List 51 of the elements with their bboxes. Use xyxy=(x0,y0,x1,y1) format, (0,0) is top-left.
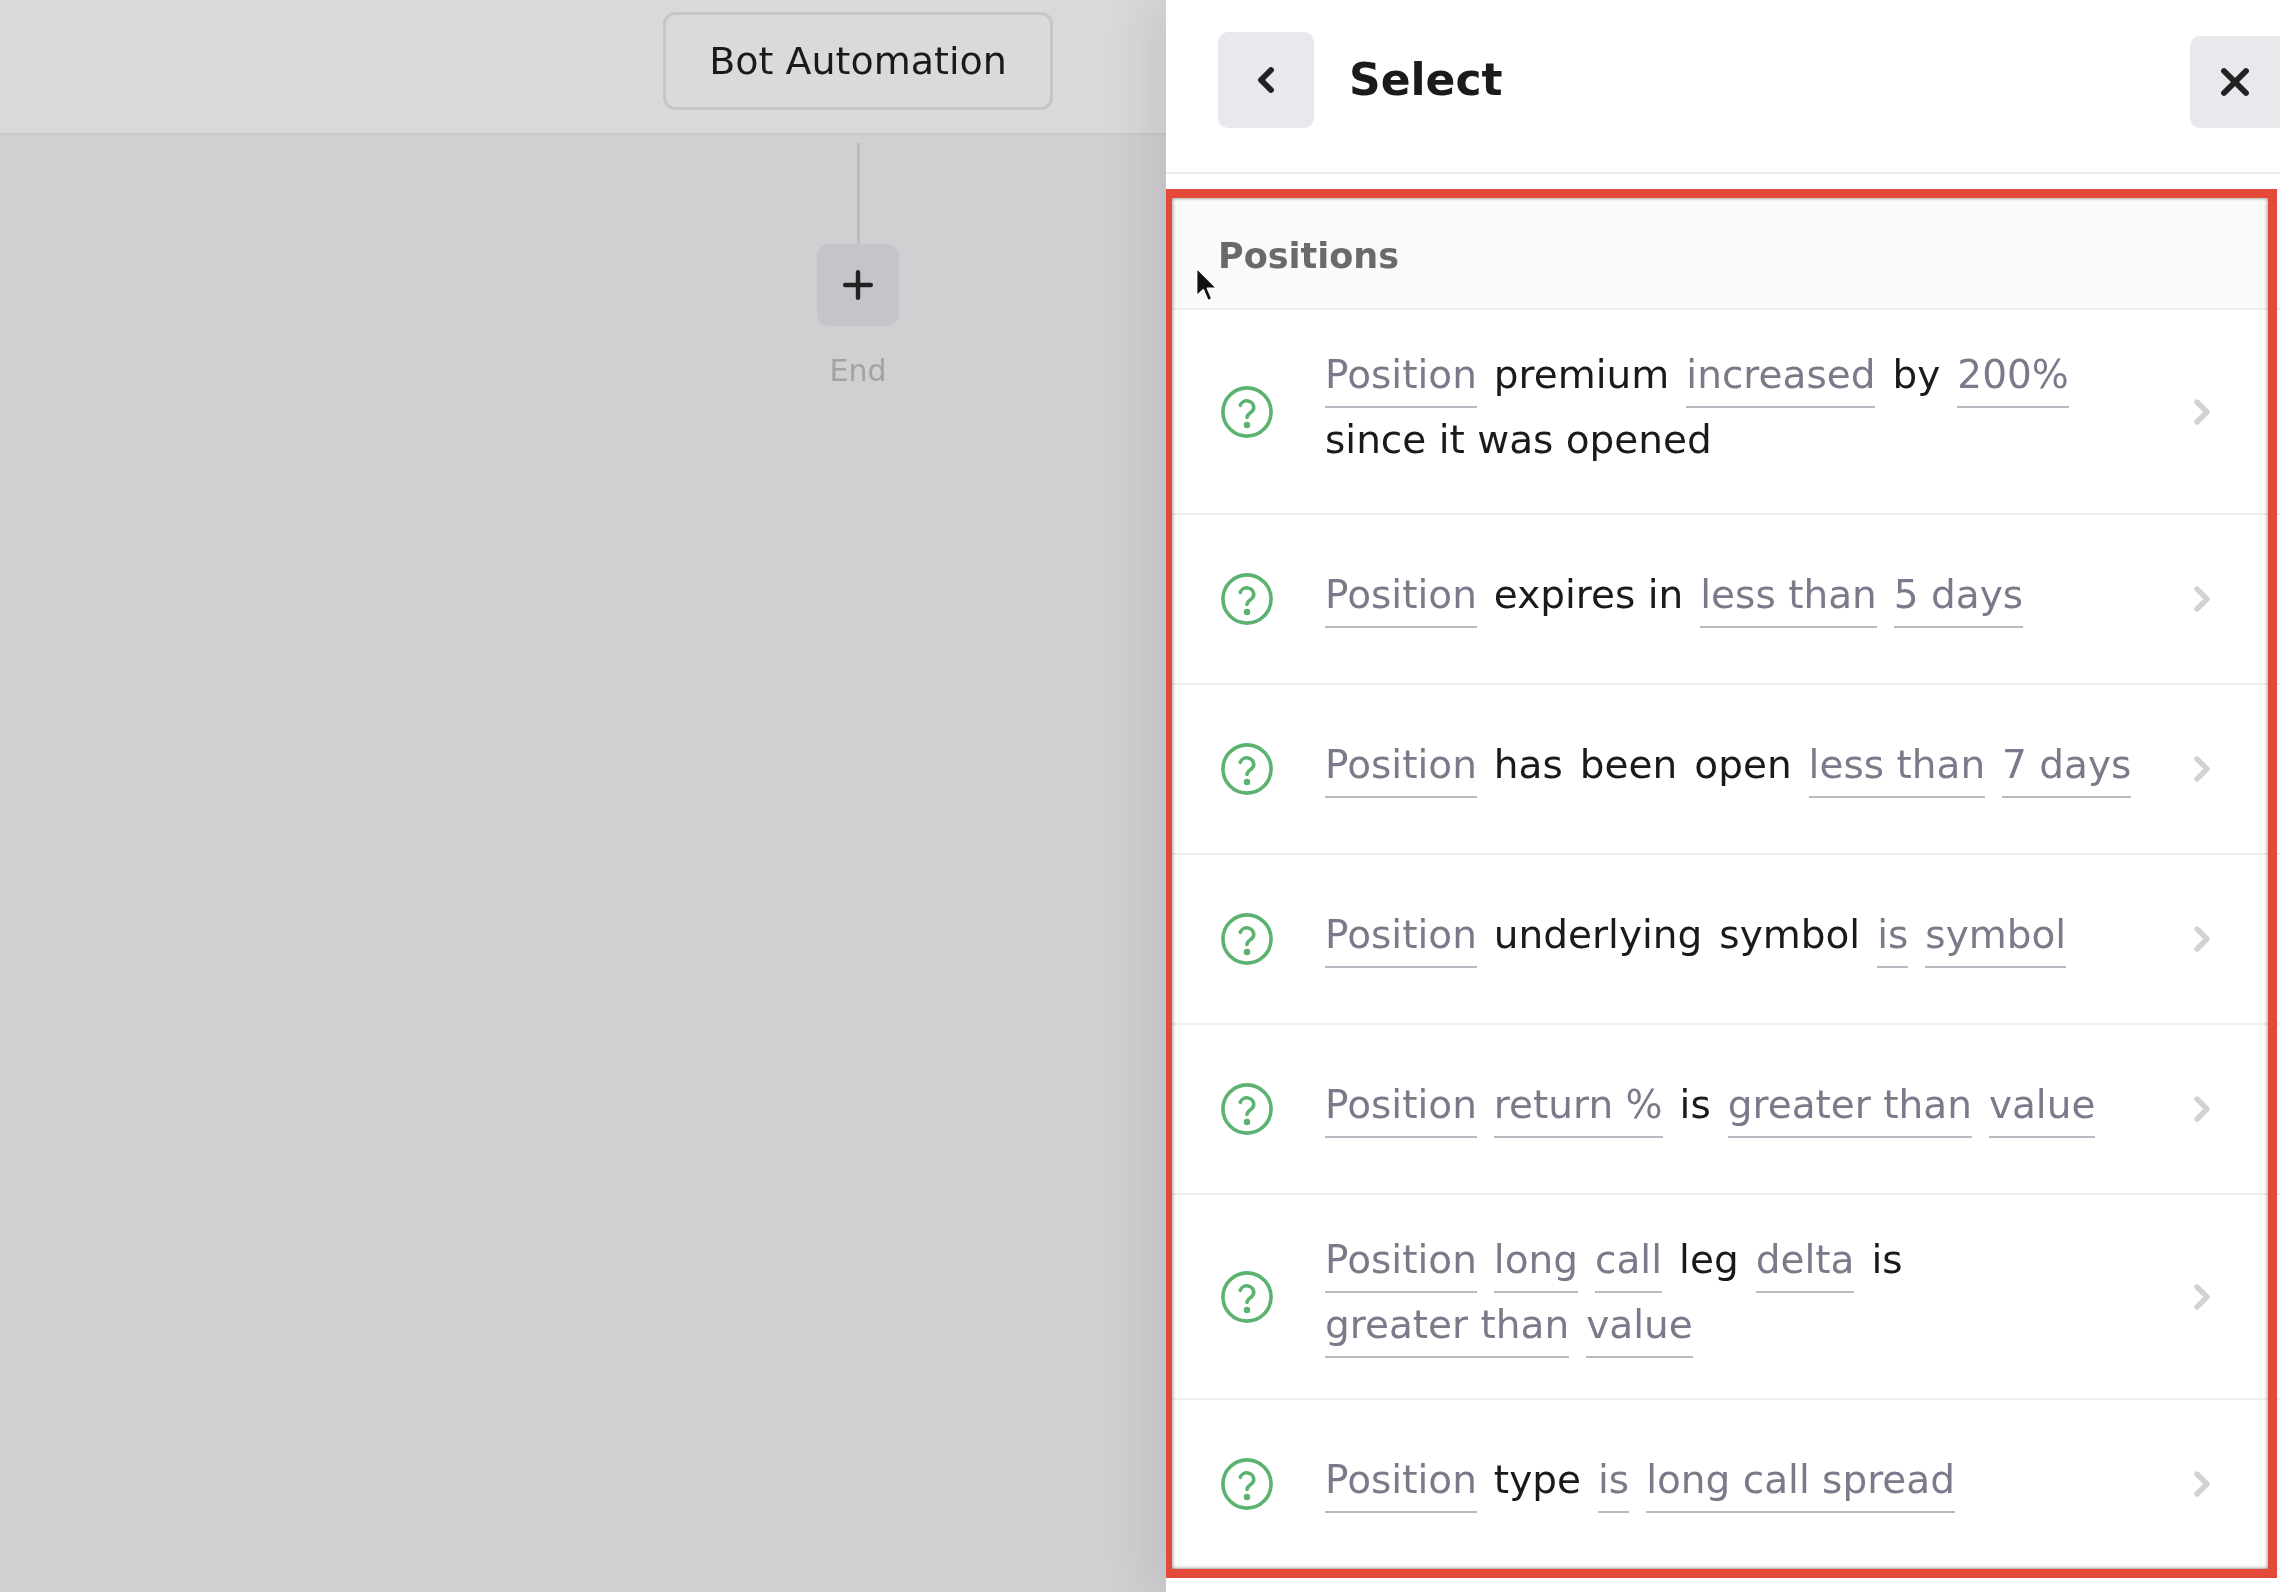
option-link[interactable]: 7 days xyxy=(2002,740,2132,798)
option-link[interactable]: call xyxy=(1595,1235,1663,1293)
section-title: Positions xyxy=(1218,236,1400,276)
condition-text: premium xyxy=(1493,351,1670,399)
option-link[interactable]: greater than xyxy=(1727,1080,1972,1138)
back-button[interactable] xyxy=(1218,32,1314,128)
option-link[interactable]: value xyxy=(1988,1080,2096,1138)
condition-text: type xyxy=(1493,1456,1581,1504)
condition-text: leg xyxy=(1679,1236,1739,1284)
option-link[interactable]: is xyxy=(1877,910,1909,968)
option-link[interactable]: greater than xyxy=(1325,1300,1570,1358)
panel-title: Select xyxy=(1349,53,1503,107)
option-link[interactable]: Position xyxy=(1325,740,1477,798)
condition-text: open xyxy=(1694,741,1792,789)
condition-text: by xyxy=(1892,351,1941,399)
condition-text: has xyxy=(1493,741,1563,789)
option-link[interactable]: 5 days xyxy=(1893,570,2024,628)
option-link[interactable]: Position xyxy=(1325,910,1477,968)
help-circle-icon xyxy=(1221,1270,1273,1323)
help-circle-icon xyxy=(1221,743,1273,795)
option-link[interactable]: symbol xyxy=(1925,910,2067,968)
option-link[interactable]: Position xyxy=(1325,1080,1477,1138)
help-circle-icon xyxy=(1221,573,1273,625)
option-link[interactable]: less than xyxy=(1808,740,1986,798)
condition-text: since it was opened xyxy=(1325,416,1712,464)
condition-text: is xyxy=(1871,1236,1903,1284)
close-button[interactable] xyxy=(2190,36,2280,128)
option-link[interactable]: Position xyxy=(1325,1455,1477,1513)
help-circle-icon xyxy=(1221,385,1273,438)
add-step-button[interactable] xyxy=(817,244,899,326)
option-link[interactable]: increased xyxy=(1686,350,1876,408)
option-link[interactable]: Position xyxy=(1325,570,1477,628)
option-link[interactable]: long call spread xyxy=(1646,1455,1956,1513)
option-link[interactable]: 200% xyxy=(1957,350,2069,408)
option-link[interactable]: is xyxy=(1598,1455,1630,1513)
option-link[interactable]: delta xyxy=(1755,1235,1855,1293)
option-link[interactable]: Position xyxy=(1325,1235,1477,1293)
condition-text: symbol xyxy=(1719,911,1861,959)
option-link[interactable]: return % xyxy=(1493,1080,1663,1138)
option-link[interactable]: long xyxy=(1493,1235,1579,1293)
help-circle-icon xyxy=(1221,1458,1273,1510)
option-link[interactable]: value xyxy=(1586,1300,1693,1358)
automation-node[interactable]: Bot Automation xyxy=(663,12,1053,110)
option-link[interactable]: Position xyxy=(1325,350,1477,408)
help-circle-icon xyxy=(1221,913,1273,965)
option-link[interactable]: less than xyxy=(1700,570,1877,628)
condition-text: is xyxy=(1679,1081,1711,1129)
condition-text: been xyxy=(1579,741,1678,789)
help-circle-icon xyxy=(1221,1083,1273,1135)
condition-text: underlying xyxy=(1493,911,1703,959)
condition-text: expires in xyxy=(1493,571,1684,619)
